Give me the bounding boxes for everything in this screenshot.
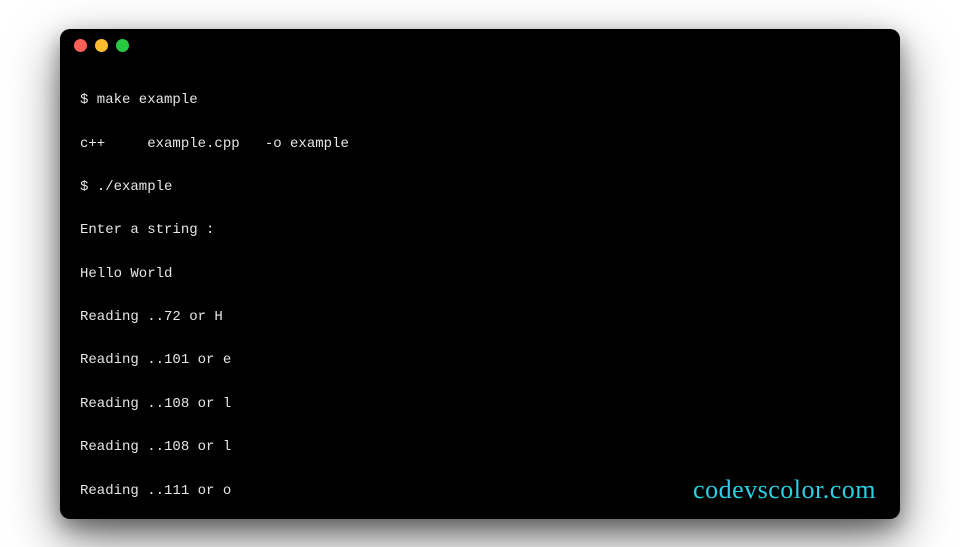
close-icon[interactable] [74, 39, 87, 52]
terminal-line: $ make example [80, 90, 880, 112]
watermark: codevscolor.com [693, 475, 876, 505]
terminal-window: $ make example c++ example.cpp -o exampl… [60, 29, 900, 519]
terminal-line: Reading ..108 or l [80, 437, 880, 459]
maximize-icon[interactable] [116, 39, 129, 52]
terminal-line: Hello World [80, 264, 880, 286]
terminal-line: $ ./example [80, 177, 880, 199]
window-titlebar [60, 29, 900, 63]
terminal-line: c++ example.cpp -o example [80, 134, 880, 156]
terminal-line: Reading ..72 or H [80, 307, 880, 329]
terminal-line: Enter a string : [80, 220, 880, 242]
terminal-line: Reading ..108 or l [80, 394, 880, 416]
minimize-icon[interactable] [95, 39, 108, 52]
terminal-output[interactable]: $ make example c++ example.cpp -o exampl… [60, 63, 900, 519]
terminal-line: Reading ..101 or e [80, 350, 880, 372]
